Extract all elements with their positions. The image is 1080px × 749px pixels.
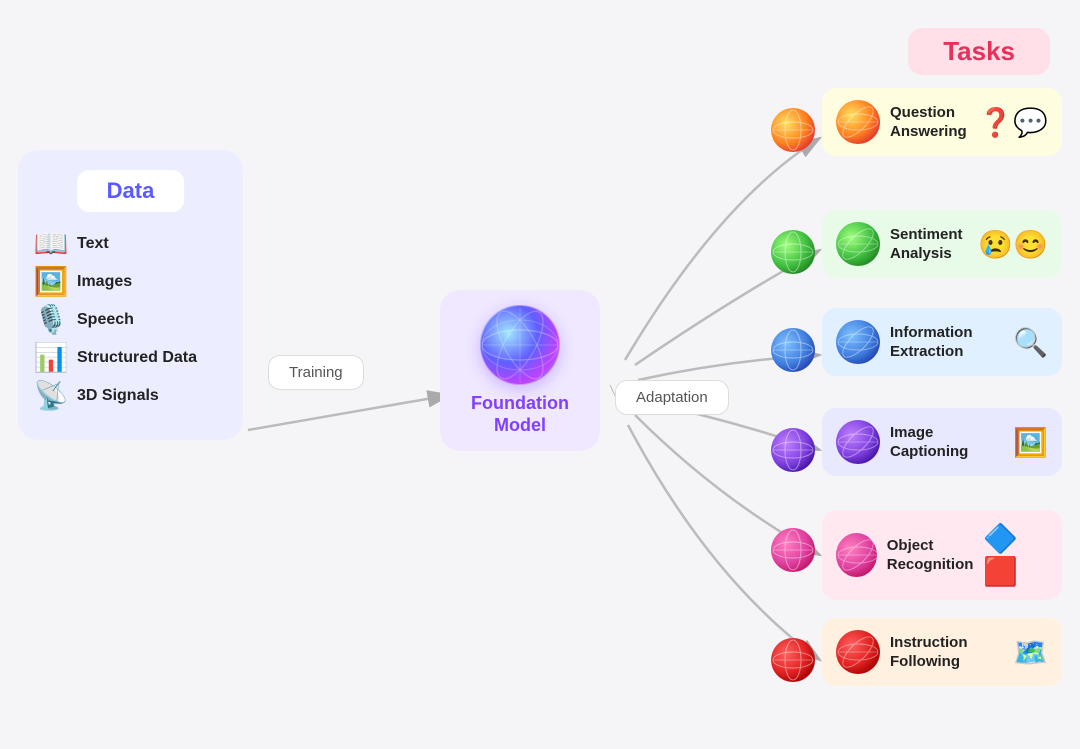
ball-or [836,533,877,577]
data-panel: Data 📖 Text 🖼️ Images 🎙️ Speech 📊 Struct… [18,150,243,440]
data-label-images: Images [77,273,132,291]
task-emoji-ic: 🖼️ [1013,426,1048,459]
foundation-sphere [480,305,560,385]
data-item-text: 📖 Text [33,230,228,258]
images-icon: 🖼️ [33,268,69,296]
data-title-box: Data [77,170,185,212]
task-emoji-qa: ❓💬 [978,106,1048,139]
training-label: Training [289,364,343,381]
task-label-or: ObjectRecognition [887,536,974,575]
structured-icon: 📊 [33,344,69,372]
task-label-sa: SentimentAnalysis [890,225,963,264]
ball-if [836,630,880,674]
task-emoji-ie: 🔍 [1013,326,1048,359]
task-emoji-or: 🔷🟥 [983,522,1048,588]
task-card-qa: QuestionAnswering ❓💬 [822,88,1062,156]
data-label-text: Text [77,235,109,253]
task-label-if: InstructionFollowing [890,633,968,672]
speech-icon: 🎙️ [33,306,69,334]
ball-ic [836,420,880,464]
foundation-title: FoundationModel [450,393,590,436]
ball-ie [836,320,880,364]
task-emoji-sa: 😢😊 [978,228,1048,261]
tasks-title-box: Tasks [908,28,1050,75]
text-icon: 📖 [33,230,69,258]
data-title: Data [107,178,155,203]
data-item-3d: 📡 3D Signals [33,382,228,410]
mini-ball-qa [771,108,815,152]
task-card-ie: InformationExtraction 🔍 [822,308,1062,376]
data-item-images: 🖼️ Images [33,268,228,296]
data-label-structured: Structured Data [77,349,197,367]
foundation-model-box: FoundationModel [440,290,600,451]
data-label-3d: 3D Signals [77,387,159,405]
adaptation-label: Adaptation [636,389,708,406]
ball-sa [836,222,880,266]
task-card-sa: SentimentAnalysis 😢😊 [822,210,1062,278]
data-item-speech: 🎙️ Speech [33,306,228,334]
data-item-structured: 📊 Structured Data [33,344,228,372]
data-label-speech: Speech [77,311,134,329]
task-label-ie: InformationExtraction [890,323,973,362]
adaptation-box: Adaptation [615,380,729,415]
3d-icon: 📡 [33,382,69,410]
mini-ball-if [771,638,815,682]
mini-ball-or [771,528,815,572]
task-label-ic: ImageCaptioning [890,423,968,462]
task-label-qa: QuestionAnswering [890,103,967,142]
task-card-or: ObjectRecognition 🔷🟥 [822,510,1062,600]
mini-ball-ie [771,328,815,372]
task-card-ic: ImageCaptioning 🖼️ [822,408,1062,476]
mini-ball-sa [771,230,815,274]
tasks-title: Tasks [943,36,1015,66]
mini-ball-ic [771,428,815,472]
task-emoji-if: 🗺️ [1013,636,1048,669]
training-box: Training [268,355,364,390]
task-card-if: InstructionFollowing 🗺️ [822,618,1062,686]
ball-qa [836,100,880,144]
